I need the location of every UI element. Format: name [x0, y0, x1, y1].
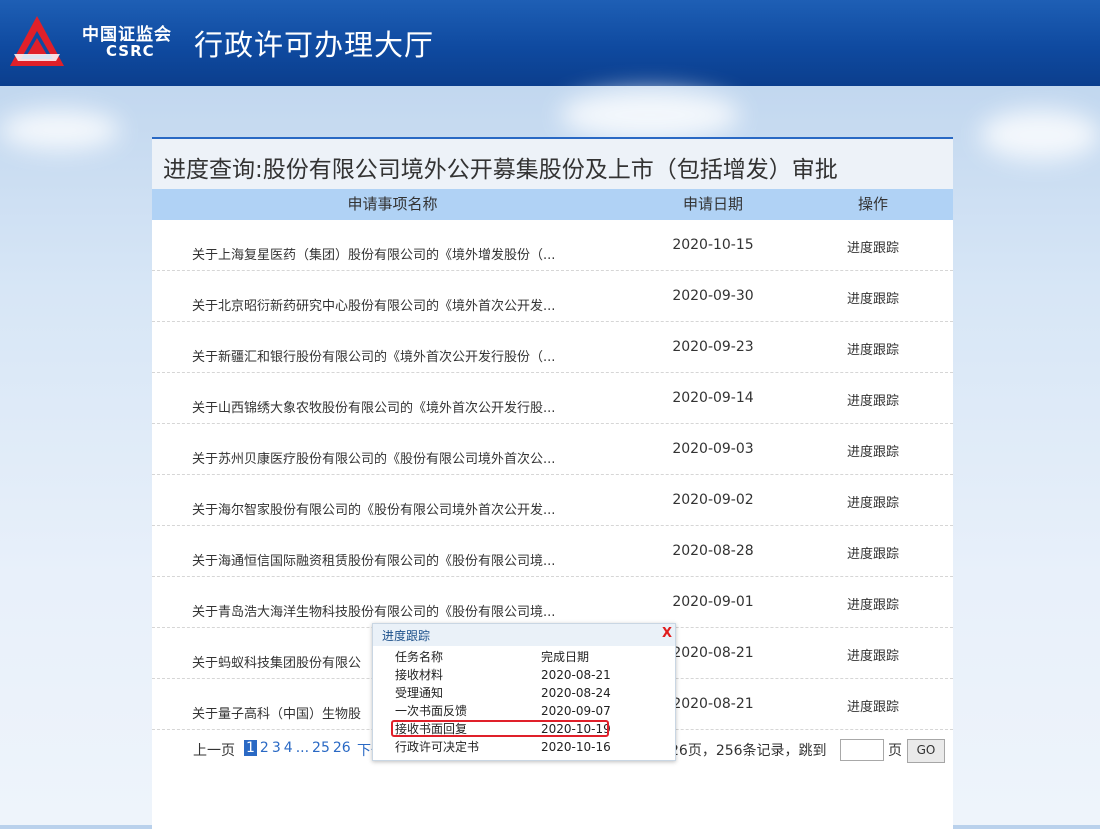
page-ellipsis: ... [295, 740, 310, 756]
popup-header-row: 任务名称 完成日期 [373, 649, 675, 666]
application-name: 关于海尔智家股份有限公司的《股份有限公司境外首次公开发... [192, 503, 556, 518]
task-name: 一次书面反馈 [395, 704, 468, 718]
page-link-current[interactable]: 1 [244, 740, 257, 756]
background-cloud [0, 110, 120, 150]
popup-task-row: 接收材料 2020-08-21 [373, 667, 675, 684]
progress-tracking-popup: 进度跟踪 X 任务名称 完成日期 接收材料 2020-08-21 受理通知 20… [372, 623, 676, 761]
page-link[interactable]: 2 [260, 740, 269, 756]
track-progress-link[interactable]: 进度跟踪 [793, 390, 953, 409]
table-row: 关于上海复星医药（集团）股份有限公司的《境外增发股份（... 2020-10-1… [152, 220, 953, 271]
track-progress-link[interactable]: 进度跟踪 [793, 288, 953, 307]
table-row: 关于苏州贝康医疗股份有限公司的《股份有限公司境外首次公... 2020-09-0… [152, 424, 953, 475]
table-row: 关于青岛浩大海洋生物科技股份有限公司的《股份有限公司境... 2020-09-0… [152, 577, 953, 628]
pagination-summary: 共26页，256条记录，跳到 [656, 743, 827, 759]
jump-page-input[interactable] [840, 739, 884, 761]
application-name: 关于苏州贝康医疗股份有限公司的《股份有限公司境外首次公... [192, 452, 556, 467]
column-header-name: 申请事项名称 [347, 195, 438, 213]
application-date: 2020-09-02 [672, 492, 754, 508]
track-progress-link[interactable]: 进度跟踪 [793, 339, 953, 358]
application-name: 关于量子高科（中国）生物股 [192, 707, 362, 722]
page-link[interactable]: 25 [312, 740, 330, 756]
track-progress-link[interactable]: 进度跟踪 [793, 441, 953, 460]
page-numbers: 1 2 3 4... 25 26 [244, 740, 354, 756]
popup-column-date: 完成日期 [541, 650, 590, 664]
track-progress-link[interactable]: 进度跟踪 [793, 645, 953, 664]
org-name-en: CSRC [106, 42, 155, 60]
table-row: 关于北京昭衍新药研究中心股份有限公司的《境外首次公开发... 2020-09-3… [152, 271, 953, 322]
task-date: 2020-08-21 [541, 668, 611, 682]
page-title: 进度查询:股份有限公司境外公开募集股份及上市（包括增发）审批 [152, 139, 953, 189]
table-row: 关于新疆汇和银行股份有限公司的《境外首次公开发行股份（... 2020-09-2… [152, 322, 953, 373]
track-progress-link[interactable]: 进度跟踪 [793, 237, 953, 256]
application-name: 关于北京昭衍新药研究中心股份有限公司的《境外首次公开发... [192, 299, 556, 314]
track-progress-link[interactable]: 进度跟踪 [793, 594, 953, 613]
application-date: 2020-09-23 [672, 339, 754, 355]
site-title: 行政许可办理大厅 [194, 28, 435, 62]
popup-column-task: 任务名称 [395, 650, 444, 664]
table-row: 关于海尔智家股份有限公司的《股份有限公司境外首次公开发... 2020-09-0… [152, 475, 953, 526]
highlight-box [391, 720, 609, 737]
task-date: 2020-08-24 [541, 686, 611, 700]
table-row: 关于海通恒信国际融资租赁股份有限公司的《股份有限公司境... 2020-08-2… [152, 526, 953, 577]
prev-page-link[interactable]: 上一页 [193, 740, 235, 760]
close-icon[interactable]: X [662, 626, 672, 641]
page-link[interactable]: 3 [272, 740, 281, 756]
application-date: 2020-08-28 [672, 543, 754, 559]
track-progress-link[interactable]: 进度跟踪 [793, 696, 953, 715]
column-header-action: 操作 [857, 195, 888, 213]
task-name: 行政许可决定书 [395, 740, 480, 754]
application-name: 关于上海复星医药（集团）股份有限公司的《境外增发股份（... [192, 248, 556, 263]
page-link[interactable]: 4 [284, 740, 293, 756]
application-date: 2020-10-15 [672, 237, 754, 253]
application-name: 关于蚂蚁科技集团股份有限公 [192, 656, 362, 671]
application-date: 2020-09-14 [672, 390, 754, 406]
page-link[interactable]: 26 [333, 740, 351, 756]
application-date: 2020-09-03 [672, 441, 754, 457]
application-name: 关于山西锦绣大象农牧股份有限公司的《境外首次公开发行股... [192, 401, 556, 416]
task-name: 受理通知 [395, 686, 444, 700]
task-date: 2020-09-07 [541, 704, 611, 718]
task-date: 2020-10-16 [541, 740, 611, 754]
application-name: 关于海通恒信国际融资租赁股份有限公司的《股份有限公司境... [192, 554, 556, 569]
popup-task-row: 行政许可决定书 2020-10-16 [373, 739, 675, 756]
go-button[interactable]: GO [907, 739, 945, 763]
popup-task-row: 受理通知 2020-08-24 [373, 685, 675, 702]
application-name: 关于新疆汇和银行股份有限公司的《境外首次公开发行股份（... [192, 350, 556, 365]
application-name: 关于青岛浩大海洋生物科技股份有限公司的《股份有限公司境... [192, 605, 556, 620]
table-header: 申请事项名称 申请日期 操作 [152, 189, 953, 220]
task-name: 接收材料 [395, 668, 444, 682]
site-header: 中国证监会 CSRC 行政许可办理大厅 [0, 0, 1100, 86]
column-header-date: 申请日期 [682, 195, 743, 213]
csrc-logo-icon [10, 16, 64, 66]
popup-title: 进度跟踪 [373, 624, 675, 646]
application-date: 2020-09-30 [672, 288, 754, 304]
page-unit-label: 页 [888, 743, 902, 759]
application-date: 2020-09-01 [672, 594, 754, 610]
track-progress-link[interactable]: 进度跟踪 [793, 543, 953, 562]
background-cloud [980, 110, 1100, 160]
popup-task-row: 一次书面反馈 2020-09-07 [373, 703, 675, 720]
background-cloud [560, 90, 740, 140]
table-row: 关于山西锦绣大象农牧股份有限公司的《境外首次公开发行股... 2020-09-1… [152, 373, 953, 424]
track-progress-link[interactable]: 进度跟踪 [793, 492, 953, 511]
